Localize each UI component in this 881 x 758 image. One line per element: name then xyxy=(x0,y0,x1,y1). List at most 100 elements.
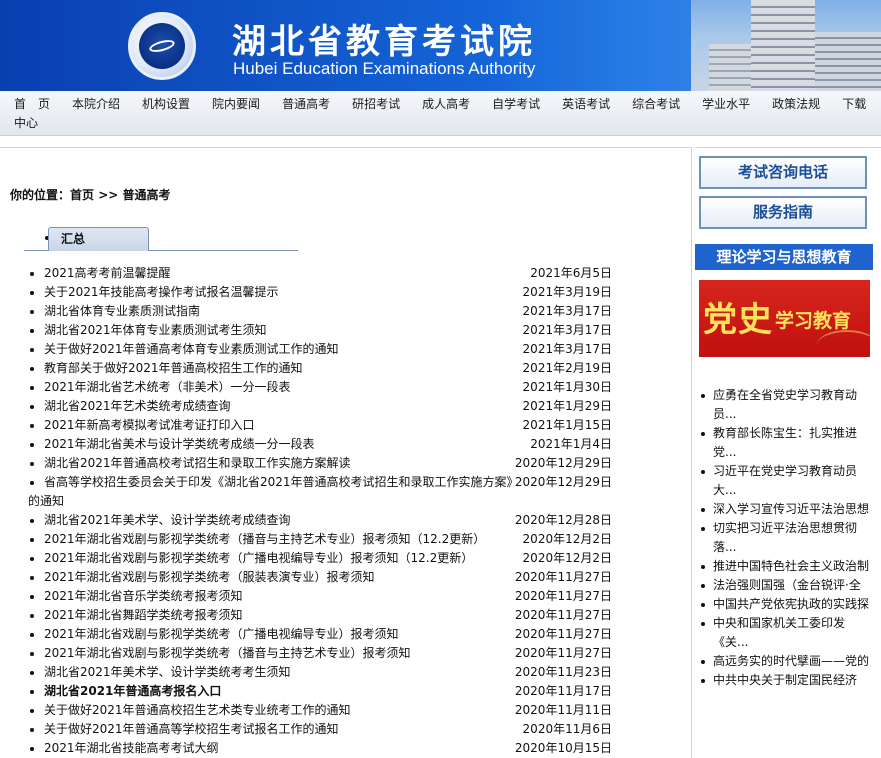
bullet-icon xyxy=(30,329,34,333)
news-row: 2021年湖北省艺术统考（非美术）一分一段表 2021年1月30日 xyxy=(30,378,615,397)
news-link[interactable]: 2021年湖北省美术与设计学类统考成绩一分一段表 xyxy=(30,435,615,454)
bullet-icon xyxy=(30,386,34,390)
news-title: 关于做好2021年普通高等学校招生考试报名工作的通知 xyxy=(44,722,339,736)
theory-news-item[interactable]: 高远务实的时代擘画——党的 xyxy=(695,652,881,671)
main-content: 你的位置：首页 >> 普通高考 汇总 2021高考考前温馨提醒 2021年6月5日… xyxy=(0,147,692,758)
bullet-icon xyxy=(30,310,34,314)
news-date: 2020年11月27日 xyxy=(514,627,612,641)
theory-news-item[interactable]: 习近平在党史学习教育动员大... xyxy=(695,462,881,500)
consult-phone-button[interactable]: 考试咨询电话 xyxy=(699,156,867,189)
theory-section-title: 理论学习与思想教育 xyxy=(695,244,873,270)
theory-news-item[interactable]: 中共中央关于制定国民经济 xyxy=(695,671,881,690)
news-row: 湖北省体育专业素质测试指南 2021年3月17日 xyxy=(30,302,615,321)
bullet-icon xyxy=(701,679,705,683)
news-link[interactable]: 2021高考考前温馨提醒 xyxy=(30,264,615,283)
theory-news-title: 切实把习近平法治思想贯彻落... xyxy=(713,521,858,554)
news-title: 2021年湖北省戏剧与影视学类统考（播音与主持艺术专业）报考须知（12.2更新） xyxy=(44,532,486,546)
news-title: 2021年湖北省戏剧与影视学类统考（广播电视编导专业）报考须知（12.2更新） xyxy=(44,551,474,565)
bullet-icon xyxy=(30,728,34,732)
news-title: 教育部关于做好2021年普通高校招生工作的通知 xyxy=(44,361,303,375)
news-title: 湖北省2021年体育专业素质测试考生须知 xyxy=(44,323,267,337)
news-row: 2021年湖北省戏剧与影视学类统考（广播电视编导专业）报考须知 2020年11月2… xyxy=(30,625,615,644)
bullet-icon xyxy=(30,272,34,276)
theory-news-title: 中国共产党依宪执政的实践探 xyxy=(713,597,870,611)
bullet-icon xyxy=(30,576,34,580)
theory-news-item[interactable]: 教育部长陈宝生：扎实推进党... xyxy=(695,424,881,462)
theory-news-title: 应勇在全省党史学习教育动员... xyxy=(713,388,858,421)
news-row: 关于做好2021年普通高等学校招生考试报名工作的通知 2020年11月6日 xyxy=(30,720,615,739)
nav-item[interactable]: 综合考试 xyxy=(632,97,680,111)
tab-summary[interactable]: 汇总 xyxy=(48,227,149,251)
theory-news-item[interactable]: 推进中国特色社会主义政治制 xyxy=(695,557,881,576)
breadcrumb-home-link[interactable]: 首页 xyxy=(70,188,94,202)
service-guide-button[interactable]: 服务指南 xyxy=(699,196,867,229)
news-date: 2020年11月27日 xyxy=(514,608,612,622)
theory-news-item[interactable]: 切实把习近平法治思想贯彻落... xyxy=(695,519,881,557)
news-date: 2020年12月2日 xyxy=(522,532,612,546)
news-row-continuation: 的通知 xyxy=(28,492,615,511)
site-title-cn: 湖北省教育考试院 xyxy=(232,22,536,62)
news-title: 2021年湖北省美术与设计学类统考成绩一分一段表 xyxy=(44,437,315,451)
news-title-continuation[interactable]: 的通知 xyxy=(28,492,615,511)
theory-news-item[interactable]: 中央和国家机关工委印发《关... xyxy=(695,614,881,652)
bullet-icon xyxy=(30,348,34,352)
nav-item[interactable]: 研招考试 xyxy=(352,97,400,111)
news-row: 2021年湖北省舞蹈学类统考报考须知 2020年11月27日 xyxy=(30,606,615,625)
news-date: 2020年12月29日 xyxy=(514,475,612,489)
theory-news-item[interactable]: 中国共产党依宪执政的实践探 xyxy=(695,595,881,614)
theory-news-title: 习近平在党史学习教育动员大... xyxy=(713,464,858,497)
news-row: 关于做好2021年普通高校招生艺术类专业统考工作的通知 2020年11月11日 xyxy=(30,701,615,720)
news-row: 2021年湖北省戏剧与影视学类统考（播音与主持艺术专业）报考须知 2020年11月… xyxy=(30,644,615,663)
theory-news-item[interactable]: 法治强则国强（金台锐评·全 xyxy=(695,576,881,595)
breadcrumb-current-link[interactable]: 普通高考 xyxy=(123,188,171,202)
nav-item[interactable]: 英语考试 xyxy=(562,97,610,111)
bullet-icon xyxy=(30,367,34,371)
nav-item[interactable]: 普通高考 xyxy=(282,97,330,111)
news-row: 关于2021年技能高考操作考试报名温馨提示 2021年3月19日 xyxy=(30,283,615,302)
news-date: 2020年12月28日 xyxy=(514,513,612,527)
theory-news-item[interactable]: 应勇在全省党史学习教育动员... xyxy=(695,386,881,424)
theory-news-title: 中央和国家机关工委印发《关... xyxy=(713,616,846,649)
building-photo xyxy=(691,0,881,91)
news-title: 2021年湖北省戏剧与影视学类统考（播音与主持艺术专业）报考须知 xyxy=(44,646,411,660)
bullet-icon xyxy=(701,394,705,398)
news-row: 2021年湖北省戏剧与影视学类统考（播音与主持艺术专业）报考须知（12.2更新）… xyxy=(30,530,615,549)
site-title-en: Hubei Education Examinations Authority xyxy=(233,59,536,78)
site-header: 湖北省教育考试院 Hubei Education Examinations Au… xyxy=(0,0,881,91)
nav-item[interactable]: 院内要闻 xyxy=(212,97,260,111)
nav-item[interactable]: 本院介绍 xyxy=(72,97,120,111)
site-logo[interactable] xyxy=(128,12,196,80)
theory-news-title: 教育部长陈宝生：扎实推进党... xyxy=(713,426,858,459)
news-title: 关于2021年技能高考操作考试报名温馨提示 xyxy=(44,285,279,299)
news-row: 湖北省2021年美术学、设计学类统考成绩查询 2020年12月28日 xyxy=(30,511,615,530)
news-title: 关于做好2021年普通高考体育专业素质测试工作的通知 xyxy=(44,342,339,356)
theory-news-item[interactable]: 深入学习宣传习近平法治思想 xyxy=(695,500,881,519)
news-title: 省高等学校招生委员会关于印发《湖北省2021年普通高校考试招生和录取工作实施方案… xyxy=(44,475,519,489)
party-banner-small-text: 学习教育 xyxy=(775,310,852,332)
news-row: 湖北省2021年普通高校考试招生和录取工作实施方案解读 2020年12月29日 xyxy=(30,454,615,473)
news-date: 2020年10月15日 xyxy=(514,741,612,755)
news-title: 关于做好2021年普通高校招生艺术类专业统考工作的通知 xyxy=(44,703,351,717)
breadcrumb: 你的位置：首页 >> 普通高考 xyxy=(10,186,171,203)
party-history-banner[interactable]: 党史 学习教育 xyxy=(699,280,870,357)
news-row: 湖北省2021年美术学、设计学类统考考生须知 2020年11月23日 xyxy=(30,663,615,682)
bullet-icon xyxy=(701,432,705,436)
nav-item[interactable]: 首 页 xyxy=(14,97,50,111)
nav-item[interactable]: 机构设置 xyxy=(142,97,190,111)
theory-news-title: 中共中央关于制定国民经济 xyxy=(713,673,858,687)
news-title: 湖北省2021年普通高考报名入口 xyxy=(44,684,222,698)
news-title: 湖北省2021年美术学、设计学类统考成绩查询 xyxy=(44,513,291,527)
news-date: 2021年6月5日 xyxy=(530,266,612,280)
news-date: 2021年1月4日 xyxy=(530,437,612,451)
bullet-icon xyxy=(701,622,705,626)
news-date: 2021年1月15日 xyxy=(522,418,612,432)
nav-item[interactable]: 成人高考 xyxy=(422,97,470,111)
theory-news-title: 深入学习宣传习近平法治思想 xyxy=(713,502,870,516)
nav-item[interactable]: 自学考试 xyxy=(492,97,540,111)
news-row: 湖北省2021年体育专业素质测试考生须知 2021年3月17日 xyxy=(30,321,615,340)
bullet-icon xyxy=(701,603,705,607)
nav-item[interactable]: 学业水平 xyxy=(702,97,750,111)
nav-items: 首 页 本院介绍 机构设置 院内要闻 普通高考 研招考试 成人高考 自学考试 英语考试 综合考试 学… xyxy=(14,95,874,133)
bullet-icon xyxy=(30,747,34,751)
nav-item[interactable]: 政策法规 xyxy=(772,97,820,111)
